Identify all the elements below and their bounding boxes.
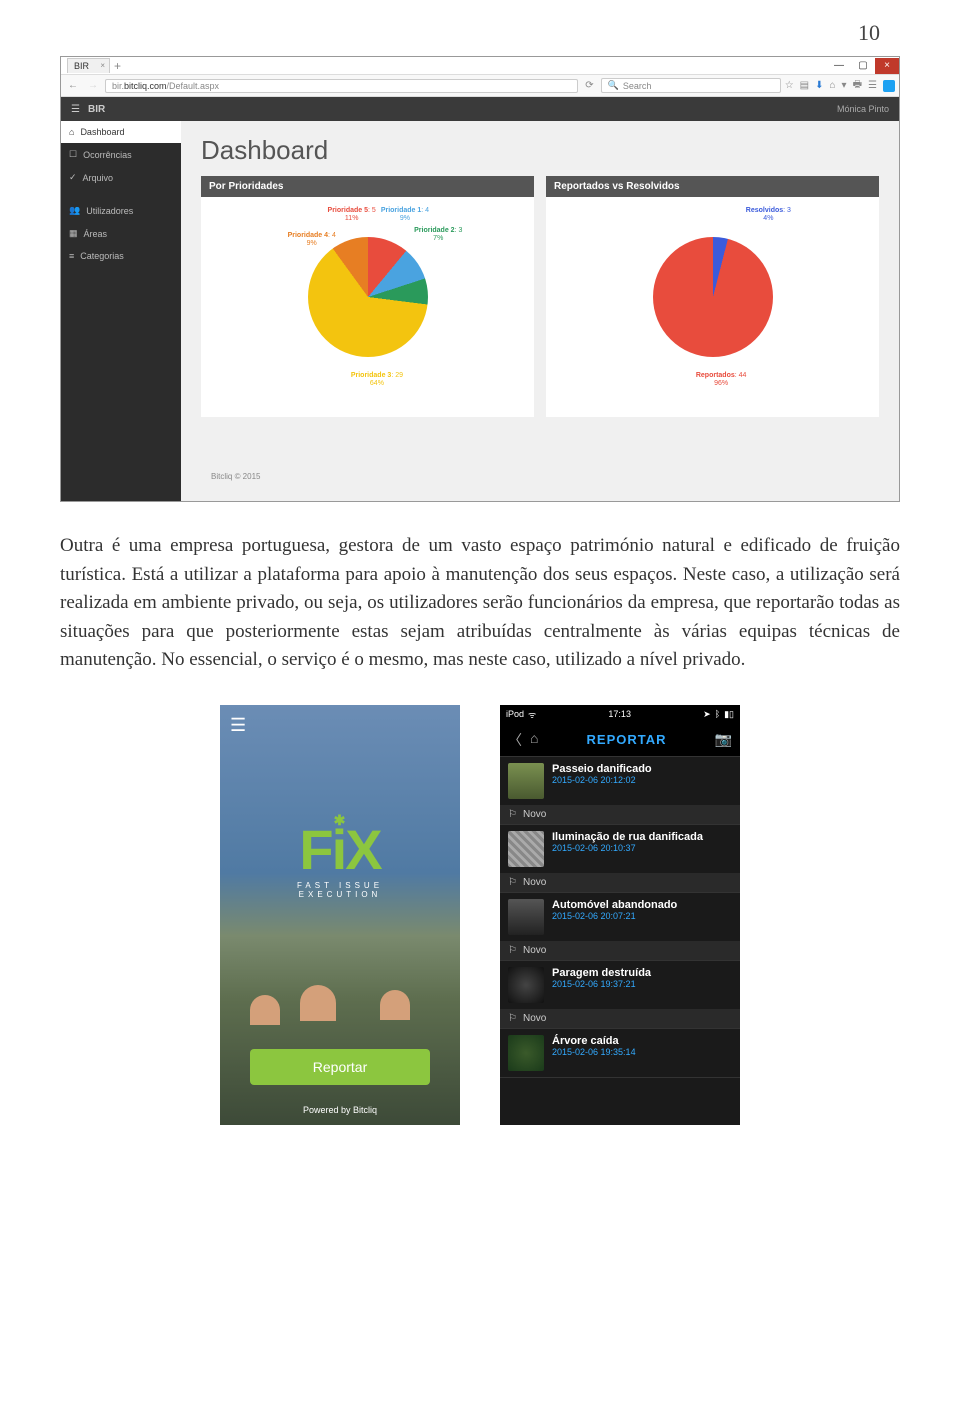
nav-title: REPORTAR <box>587 732 667 747</box>
close-window-button[interactable]: × <box>875 58 899 74</box>
hamburger-icon[interactable]: ☰ <box>71 104 80 115</box>
castle-image <box>240 975 440 1035</box>
search-input[interactable]: 🔍 Search <box>601 78 781 93</box>
url-input[interactable]: bir.bir.bitcliq.combitcliq.com/Default.a… <box>105 79 578 93</box>
page-title: Dashboard <box>201 135 879 166</box>
browser-tab[interactable]: BIR × <box>67 58 110 73</box>
sidebar-item-utilizadores[interactable]: 👥Utilizadores <box>61 199 181 222</box>
panel-header: Reportados vs Resolvidos <box>546 176 879 197</box>
footer-copyright: Bitcliq © 2015 <box>201 466 879 487</box>
page-number: 10 <box>60 20 900 46</box>
phone-fix-home: ☰ Fi✱X FAST ISSUE EXECUTION Reportar Pow… <box>220 705 460 1125</box>
pie-chart-priorities <box>308 237 428 357</box>
body-paragraph: Outra é uma empresa portuguesa, gestora … <box>60 532 900 675</box>
gear-icon: ✱ <box>334 814 344 827</box>
thumbnail <box>508 899 544 935</box>
battery-icon: ▮▯ <box>724 709 734 720</box>
forward-button[interactable]: → <box>85 80 101 91</box>
status-row: ⚐Novo <box>500 1009 740 1028</box>
wifi-icon: ᯤ <box>528 708 536 721</box>
pie-chart-reports <box>653 237 773 357</box>
archive-icon: ✓ <box>69 172 77 183</box>
menu-icon[interactable]: ☰ <box>230 715 246 736</box>
panel-priorities: Por Prioridades Prioridade 5: 511% Prior… <box>201 176 534 417</box>
device-label: iPod <box>506 709 524 719</box>
sidebar: ⌂Dashboard ☐Ocorrências ✓Arquivo 👥Utiliz… <box>61 121 181 501</box>
maximize-button[interactable]: ▢ <box>851 58 875 74</box>
status-time: 17:13 <box>608 709 631 719</box>
panel-reported-resolved: Reportados vs Resolvidos Resolvidos: 34%… <box>546 176 879 417</box>
status-icon: ⚐ <box>508 877 517 888</box>
browser-window: BIR × + — ▢ × ← → bir.bir.bitcliq.combit… <box>60 56 900 502</box>
reload-button[interactable]: ⟳ <box>582 80 596 91</box>
window-titlebar: BIR × + — ▢ × <box>61 57 899 75</box>
user-name[interactable]: Mónica Pinto <box>837 104 889 114</box>
tab-title: BIR <box>74 61 89 71</box>
powered-by: Powered by Bitcliq <box>220 1105 460 1115</box>
location-icon: ➤ <box>703 709 711 720</box>
status-bar: iPod ᯤ 17:13 ➤ ᛒ ▮▯ <box>500 705 740 724</box>
home-icon: ⌂ <box>69 127 74 137</box>
download-icon[interactable]: ⬇ <box>815 80 823 91</box>
list-item[interactable]: Árvore caída2015-02-06 19:35:14 <box>500 1029 740 1078</box>
thumbnail <box>508 763 544 799</box>
camera-icon[interactable]: 📷 <box>715 731 732 748</box>
app-topbar: ☰ BIR Mónica Pinto <box>61 97 899 121</box>
menu-icon[interactable]: ☰ <box>868 80 877 91</box>
report-list: Passeio danificado2015-02-06 20:12:02 ⚐N… <box>500 757 740 1078</box>
new-tab-button[interactable]: + <box>114 59 121 73</box>
list-item[interactable]: Automóvel abandonado2015-02-06 20:07:21 … <box>500 893 740 961</box>
thumbnail <box>508 831 544 867</box>
search-icon: 🔍 <box>608 80 619 91</box>
home-icon[interactable]: ⌂ <box>830 80 836 91</box>
list-item[interactable]: Passeio danificado2015-02-06 20:12:02 ⚐N… <box>500 757 740 825</box>
status-icon: ⚐ <box>508 1013 517 1024</box>
status-row: ⚐Novo <box>500 805 740 824</box>
bookmark-icon[interactable]: ☆ <box>785 80 794 91</box>
back-icon[interactable]: 〈 <box>508 730 522 750</box>
phone-screenshots-row: ☰ Fi✱X FAST ISSUE EXECUTION Reportar Pow… <box>60 705 900 1125</box>
sidebar-item-ocorrencias[interactable]: ☐Ocorrências <box>61 143 181 166</box>
readlist-icon[interactable]: ▤ <box>800 80 809 91</box>
print-icon[interactable]: 🖶 <box>853 77 862 94</box>
tags-icon: ≡ <box>69 251 74 261</box>
minimize-button[interactable]: — <box>827 58 851 74</box>
status-icon: ⚐ <box>508 809 517 820</box>
fix-tagline: FAST ISSUE EXECUTION <box>280 881 400 899</box>
sidebar-item-categorias[interactable]: ≡Categorias <box>61 245 181 267</box>
address-bar: ← → bir.bir.bitcliq.combitcliq.com/Defau… <box>61 75 899 97</box>
bluetooth-icon: ᛒ <box>715 709 720 719</box>
app-frame: ☰ BIR Mónica Pinto ⌂Dashboard ☐Ocorrênci… <box>61 97 899 501</box>
main-content: Dashboard Por Prioridades Prioridade 5: … <box>181 121 899 501</box>
sidebar-icon[interactable]: ▾ <box>842 80 847 91</box>
home-icon[interactable]: ⌂ <box>530 730 538 750</box>
map-icon: ▦ <box>69 228 78 239</box>
list-item[interactable]: Iluminação de rua danificada2015-02-06 2… <box>500 825 740 893</box>
users-icon: 👥 <box>69 205 80 216</box>
status-icon: ⚐ <box>508 945 517 956</box>
sidebar-item-areas[interactable]: ▦Áreas <box>61 222 181 245</box>
nav-bar: 〈 ⌂ REPORTAR 📷 <box>500 724 740 757</box>
reportar-button[interactable]: Reportar <box>250 1049 430 1085</box>
list-icon: ☐ <box>69 149 77 160</box>
panel-header: Por Prioridades <box>201 176 534 197</box>
status-row: ⚐Novo <box>500 873 740 892</box>
thumbnail <box>508 1035 544 1071</box>
status-row: ⚐Novo <box>500 941 740 960</box>
sidebar-item-dashboard[interactable]: ⌂Dashboard <box>61 121 181 143</box>
list-item[interactable]: Paragem destruída2015-02-06 19:37:21 ⚐No… <box>500 961 740 1029</box>
phone-reportar-list: iPod ᯤ 17:13 ➤ ᛒ ▮▯ 〈 ⌂ REPORTAR 📷 Passeio … <box>500 705 740 1125</box>
app-brand: BIR <box>88 104 105 115</box>
back-button[interactable]: ← <box>65 80 81 91</box>
fix-logo: Fi✱X FAST ISSUE EXECUTION <box>280 825 400 899</box>
sidebar-item-arquivo[interactable]: ✓Arquivo <box>61 166 181 189</box>
skype-icon[interactable] <box>883 80 895 92</box>
thumbnail <box>508 967 544 1003</box>
close-tab-icon[interactable]: × <box>100 61 105 70</box>
